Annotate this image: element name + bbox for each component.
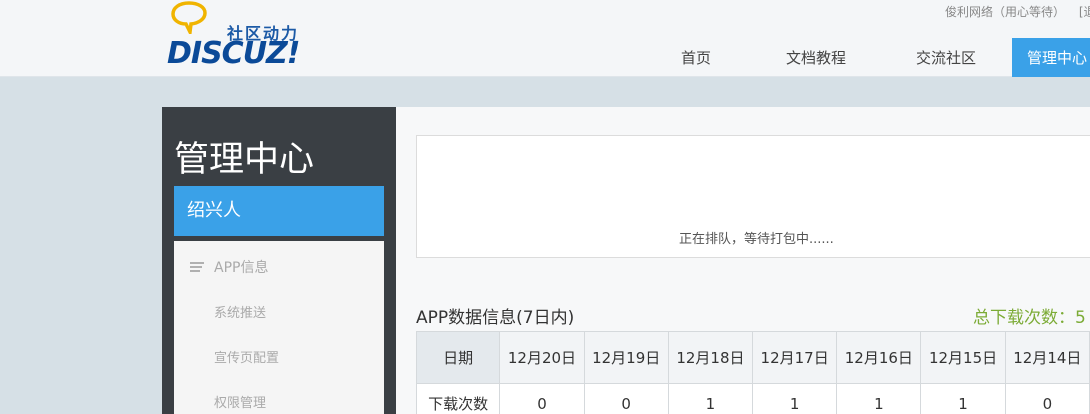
table-header-cell: 12月15日 bbox=[920, 331, 1006, 384]
table-cell: 0 bbox=[583, 383, 669, 414]
lightbulb-icon bbox=[171, 1, 207, 34]
table-header-cell: 12月16日 bbox=[836, 331, 922, 384]
table-header-cell: 12月18日 bbox=[667, 331, 754, 384]
table-cell: 0 bbox=[1004, 383, 1090, 414]
build-status-box: 正在排队，等待打包中...... bbox=[416, 135, 1090, 258]
main-nav: 首页 文档教程 交流社区 管理中心 bbox=[640, 38, 1090, 77]
site-header: 社区动力 DISCUZ! 俊利网络（用心等待） [退 首页 文档教程 交流社区 … bbox=[0, 0, 1090, 77]
table-row: 下载次数 0 0 1 1 1 1 0 bbox=[415, 383, 1090, 414]
sidebar-menu: APP信息 系统推送 宣传页配置 权限管理 bbox=[174, 241, 384, 414]
table-header-cell: 12月19日 bbox=[583, 331, 669, 384]
nav-home[interactable]: 首页 bbox=[640, 38, 752, 77]
sidebar: 管理中心 绍兴人 APP信息 系统推送 宣传页配置 权限管理 bbox=[162, 107, 396, 414]
nav-docs[interactable]: 文档教程 bbox=[752, 38, 880, 77]
discuz-logo[interactable]: 社区动力 DISCUZ! bbox=[165, 0, 315, 72]
table-header-cell: 12月20日 bbox=[499, 331, 585, 384]
menu-app-info-label: APP信息 bbox=[214, 260, 269, 276]
total-downloads: 总下载次数：5 bbox=[973, 308, 1086, 328]
build-status-text: 正在排队，等待打包中...... bbox=[679, 232, 834, 247]
menu-item-push[interactable]: 系统推送 bbox=[214, 302, 266, 321]
menu-item-permissions[interactable]: 权限管理 bbox=[214, 392, 266, 411]
table-cell: 0 bbox=[499, 383, 585, 414]
table-header-row: 日期 12月20日 12月19日 12月18日 12月17日 12月16日 12… bbox=[415, 331, 1090, 384]
table-header-cell: 12月14日 bbox=[1004, 331, 1090, 384]
main-content: 正在排队，等待打包中...... APP数据信息(7日内) 总下载次数：5 日期… bbox=[396, 107, 1090, 414]
table-header-cell: 日期 bbox=[415, 331, 501, 384]
download-stats-table: 日期 12月20日 12月19日 12月18日 12月17日 12月16日 12… bbox=[415, 331, 1090, 414]
menu-item-promo-config[interactable]: 宣传页配置 bbox=[214, 347, 279, 366]
sidebar-title: 管理中心 bbox=[174, 140, 315, 180]
app-stats-title: APP数据信息(7日内) bbox=[416, 308, 575, 328]
username-link[interactable]: 俊利网络（用心等待） bbox=[945, 5, 1065, 19]
table-header-cell: 12月17日 bbox=[752, 331, 838, 384]
list-icon bbox=[190, 262, 204, 272]
logo-wordmark: DISCUZ! bbox=[167, 36, 300, 71]
table-cell: 1 bbox=[752, 383, 838, 414]
sidebar-user-item[interactable]: 绍兴人 bbox=[174, 186, 384, 236]
nav-community[interactable]: 交流社区 bbox=[880, 38, 1012, 77]
user-topbar: 俊利网络（用心等待） [退 bbox=[945, 3, 1090, 20]
table-cell: 1 bbox=[920, 383, 1006, 414]
table-cell: 1 bbox=[836, 383, 922, 414]
table-cell: 下载次数 bbox=[415, 383, 501, 414]
nav-admin-center[interactable]: 管理中心 bbox=[1012, 38, 1090, 77]
menu-app-info[interactable]: APP信息 bbox=[190, 257, 268, 277]
table-cell: 1 bbox=[667, 383, 754, 414]
logout-link[interactable]: [退 bbox=[1079, 5, 1090, 19]
